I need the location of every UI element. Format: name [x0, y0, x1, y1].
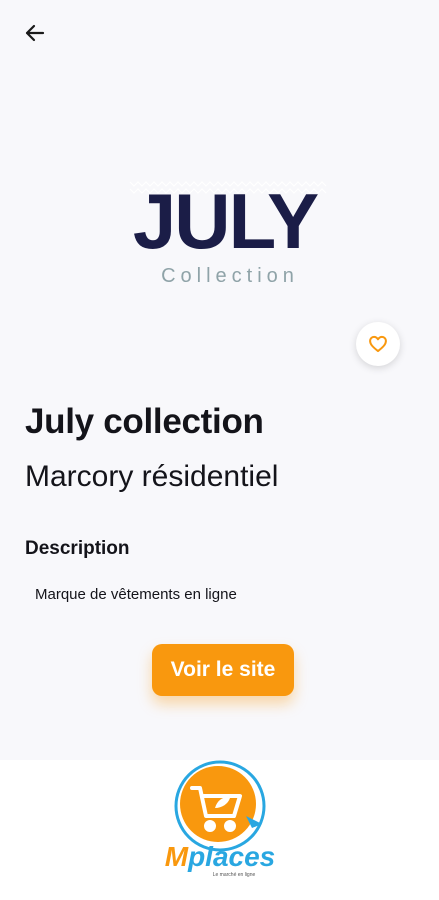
mplaces-logo: Mplaces Le marché en ligne	[165, 760, 276, 878]
back-button[interactable]	[20, 20, 50, 46]
description-text: Marque de vêtements en ligne	[35, 586, 237, 603]
brand-logo-sub: Collection	[161, 265, 299, 287]
visit-site-button[interactable]: Voir le site	[152, 644, 294, 696]
heart-outline-icon	[369, 335, 387, 353]
description-heading: Description	[25, 538, 130, 559]
favorite-button[interactable]	[356, 322, 400, 366]
store-name: July collection	[25, 402, 264, 441]
store-detail-card: JULY Collection July collection Marcory …	[0, 0, 439, 760]
arrow-left-icon	[25, 24, 45, 42]
store-location: Marcory résidentiel	[25, 460, 279, 493]
logo-wordmark: Mplaces	[165, 841, 276, 872]
logo-tagline: Le marché en ligne	[213, 872, 256, 878]
july-collection-logo: JULY Collection	[129, 177, 327, 287]
